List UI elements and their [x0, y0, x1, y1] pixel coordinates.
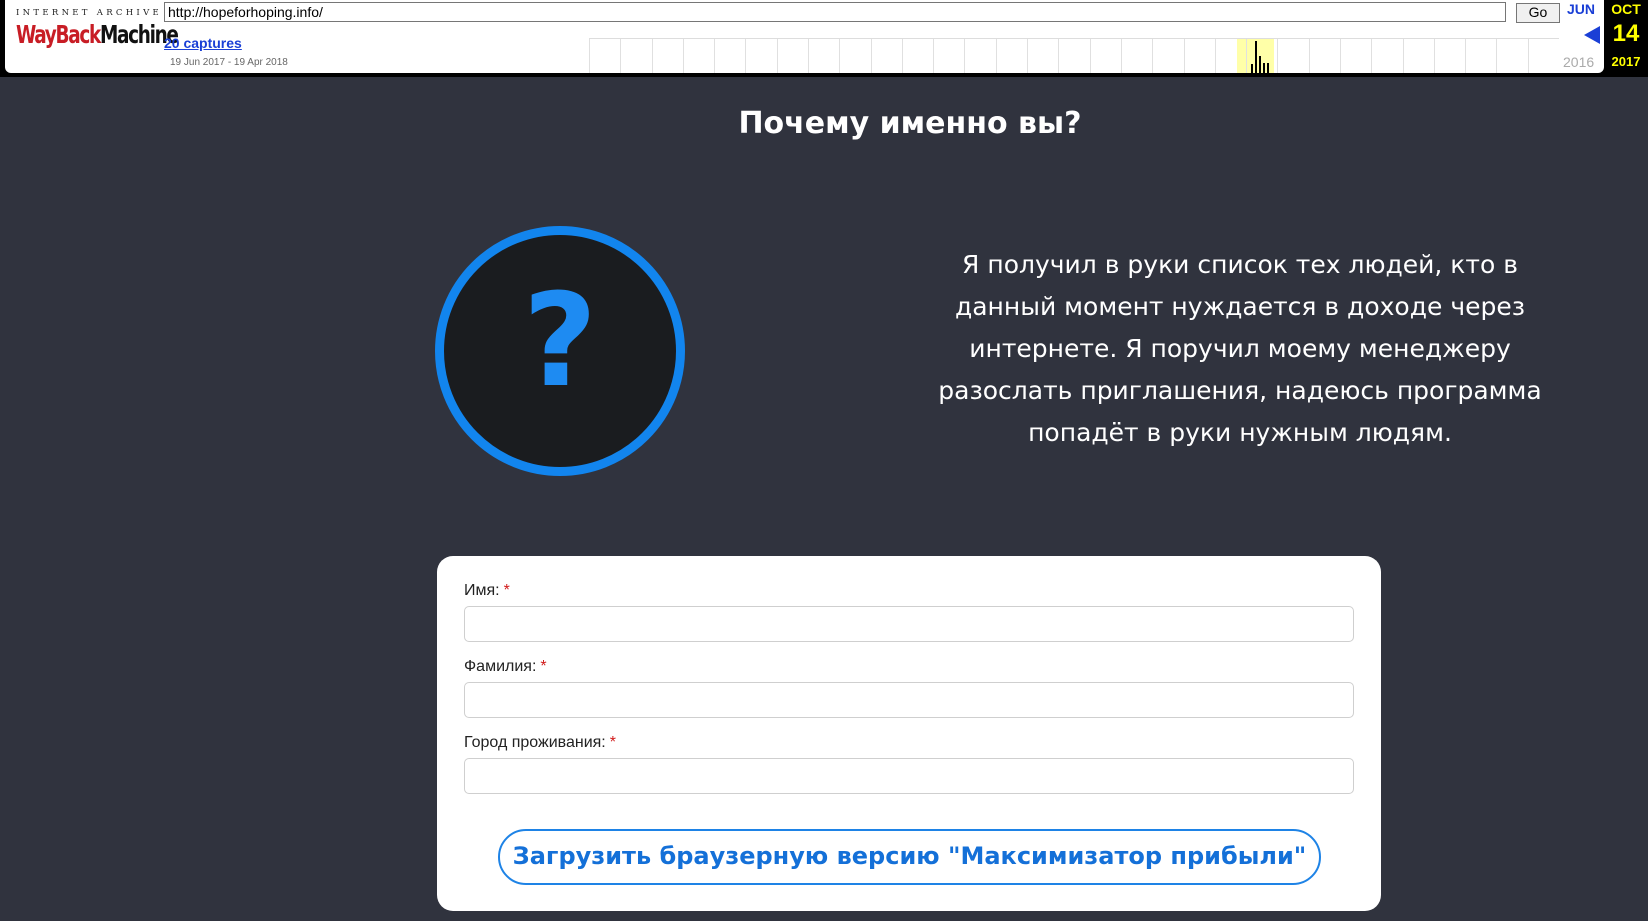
sparkline-month-cell[interactable] — [620, 39, 651, 73]
city-field[interactable] — [464, 758, 1354, 794]
sparkline-month-cell[interactable] — [1214, 39, 1246, 73]
wayback-logo[interactable]: INTERNET ARCHIVE WayBackMachine — [16, 8, 179, 60]
sparkline-month-cell[interactable] — [870, 39, 902, 73]
capture-bar[interactable] — [1250, 64, 1253, 73]
capture-bar[interactable] — [1262, 63, 1265, 73]
sparkline-month-cell[interactable] — [1027, 39, 1058, 73]
sparkline-month-cell[interactable] — [1527, 39, 1559, 73]
sparkline-month-cell[interactable] — [1277, 39, 1308, 73]
current-capture-date: OCT 14 2017 — [1604, 0, 1648, 73]
sparkline-month-cell[interactable] — [776, 39, 808, 73]
sparkline-month-cell[interactable] — [1465, 39, 1496, 73]
sparkline-month-cell[interactable] — [839, 39, 870, 73]
sparkline-month-cell[interactable] — [1371, 39, 1402, 73]
sparkline-month-cell[interactable] — [995, 39, 1027, 73]
wayback-toolbar-panel: INTERNET ARCHIVE WayBackMachine Go 20 ca… — [5, 0, 1604, 73]
sparkline-month-cell[interactable] — [714, 39, 745, 73]
signup-form: Имя: * Фамилия: * Город проживания: * Загру… — [437, 556, 1381, 911]
intro-paragraph: Я получил в руки список тех людей, кто в… — [938, 250, 1542, 447]
captures-link[interactable]: 20 captures — [164, 35, 242, 51]
sparkline-month-cell[interactable] — [1433, 39, 1465, 73]
sparkline-month-cell[interactable] — [589, 39, 620, 73]
capture-bar[interactable] — [1254, 41, 1257, 73]
sparkline-month-cell[interactable] — [1120, 39, 1152, 73]
sparkline-month-cell[interactable] — [682, 39, 714, 73]
sparkline-month-cell[interactable] — [1496, 39, 1527, 73]
required-marker: * — [609, 734, 616, 751]
wayback-toolbar: INTERNET ARCHIVE WayBackMachine Go 20 ca… — [0, 0, 1648, 77]
sparkline-month-cell[interactable] — [1402, 39, 1434, 73]
question-icon: ? — [435, 226, 685, 476]
sparkline-month-cell[interactable] — [901, 39, 933, 73]
page-title: Почему именно вы? — [738, 106, 1082, 141]
sparkline-month-cell[interactable] — [1058, 39, 1089, 73]
required-marker: * — [540, 658, 547, 675]
sparkline-month-cell[interactable] — [1183, 39, 1215, 73]
sparkline-month-cell[interactable] — [964, 39, 995, 73]
sparkline-month-cell[interactable] — [1152, 39, 1183, 73]
prev-year-label[interactable]: 2016 — [1563, 54, 1594, 70]
city-label: Город проживания: * — [464, 734, 616, 751]
sparkline-month-cell[interactable] — [808, 39, 839, 73]
first-name-field[interactable] — [464, 606, 1354, 642]
required-marker: * — [503, 582, 510, 599]
wayback-url-input[interactable] — [164, 2, 1506, 22]
sparkline-month-cell[interactable] — [1339, 39, 1371, 73]
sparkline-month-cell[interactable] — [745, 39, 776, 73]
sparkline-month-cell[interactable] — [1308, 39, 1340, 73]
current-month: OCT — [1611, 1, 1641, 17]
sparkline-month-cell[interactable] — [933, 39, 964, 73]
logo-wayback-machine-text: WayBackMachine — [16, 20, 179, 49]
logo-internet-archive-text: INTERNET ARCHIVE — [16, 8, 163, 18]
sparkline-month-cell[interactable] — [1089, 39, 1121, 73]
prev-arrow-icon[interactable] — [1584, 26, 1600, 44]
download-browser-version-button[interactable]: Загрузить браузерную версию "Максимизато… — [498, 829, 1321, 885]
wayback-go-button[interactable]: Go — [1516, 3, 1560, 23]
current-day: 14 — [1612, 20, 1640, 47]
sparkline-month-cell[interactable] — [651, 39, 683, 73]
question-mark-glyph: ? — [522, 267, 598, 416]
capture-date-range: 19 Jun 2017 - 19 Apr 2018 — [170, 57, 288, 68]
prev-month-link[interactable]: JUN — [1567, 1, 1595, 17]
capture-sparkline[interactable] — [589, 38, 1559, 73]
first-name-label: Имя: * — [464, 582, 510, 599]
current-year: 2017 — [1611, 54, 1641, 69]
capture-bar[interactable] — [1266, 63, 1269, 73]
capture-bar[interactable] — [1258, 56, 1261, 73]
last-name-label: Фамилия: * — [464, 658, 547, 675]
last-name-field[interactable] — [464, 682, 1354, 718]
